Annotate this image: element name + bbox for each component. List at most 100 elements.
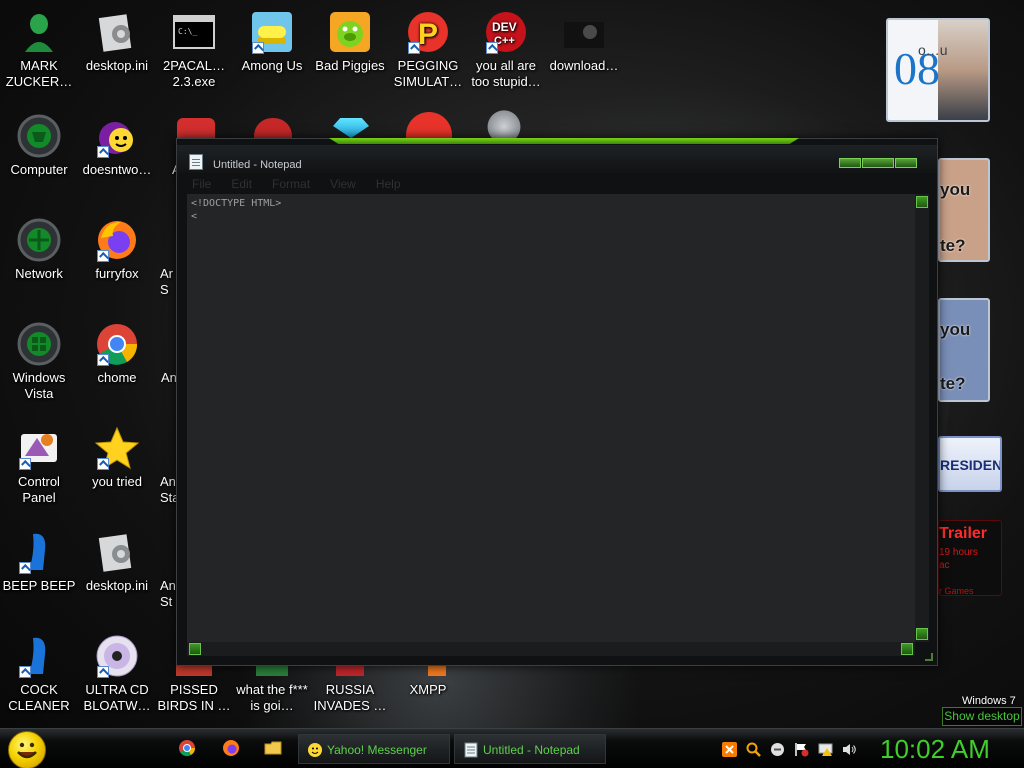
desktop-icon-you-tried[interactable]: you tried [78,426,156,490]
action-center-flag-icon[interactable] [794,742,809,757]
messenger-status-icon[interactable] [770,742,785,757]
smiley-icon [17,742,37,759]
desktop-icon-beep-beep[interactable]: BEEP BEEP [0,530,78,594]
taskbar-item-notepad[interactable]: Untitled - Notepad [454,734,606,764]
desktop-icon-computer[interactable]: Computer [0,114,78,178]
start-button[interactable] [8,731,46,768]
shortcut-arrow-icon [97,458,109,470]
window-titlebar[interactable]: Untitled - Notepad [177,145,937,173]
firefox-icon[interactable] [222,739,240,757]
control-panel-icon [17,426,61,470]
desktop-icon-among-us[interactable]: Among Us [233,10,311,74]
xampp-icon[interactable] [722,742,737,757]
photo-gadget-1[interactable]: you te? [938,158,990,262]
desktop-icon-label: RUSSIA INVADES … [313,682,387,713]
search-icon[interactable] [746,742,761,757]
clock-gadget[interactable]: 08 o…u [886,18,990,122]
partial-label: An Sta [160,474,180,505]
desktop-icon-label: PEGGING SIMULAT… [393,58,463,89]
gadget-overlay-text: o…u [918,42,948,58]
folder-icon[interactable] [264,739,282,757]
gadget-title: Trailer [939,525,988,542]
desktop-icon-doesntwo[interactable]: doesntwo… [78,114,156,178]
desktop-icon-label: doesntwo… [82,162,152,177]
menu-file[interactable]: File [189,177,214,191]
desktop-icon-label: Computer [10,162,68,177]
photo-gadget-2[interactable]: you te? [938,298,990,402]
image-thumb-icon [562,10,606,54]
gadget-text: 19 hours [939,547,978,558]
gadget-text: r Games [939,586,974,596]
desktop-icon-download[interactable]: download… [545,10,623,74]
star-icon [95,426,139,470]
menu-edit[interactable]: Edit [228,177,255,191]
scroll-right-button[interactable] [901,643,913,655]
shortcut-arrow-icon [19,666,31,678]
desktop-icon-cock-cleaner[interactable]: COCK CLEANER [0,634,78,714]
notepad-window[interactable]: Untitled - Notepad File Edit Format View… [176,138,938,666]
desktop-icon-furryfox[interactable]: furryfox [78,218,156,282]
desktop-icon-windows-vista[interactable]: Windows Vista [0,322,78,402]
p-logo-icon: P [406,10,450,54]
resize-grip[interactable] [925,653,933,661]
desktop-icon-you-all-are[interactable]: DEV C++ you all are too stupid… [467,10,545,90]
svg-text:DEV: DEV [492,20,517,34]
taskbar-item-yahoo-messenger[interactable]: Yahoo! Messenger [298,734,450,764]
svg-text:C:\_: C:\_ [178,27,197,36]
close-button[interactable] [895,158,917,168]
desktop-icon-chome[interactable]: chome [78,322,156,386]
shortcut-arrow-icon [408,42,420,54]
desktop-icon-2pacal[interactable]: C:\_ 2PACAL… 2.3.exe [155,10,233,90]
shortcut-arrow-icon [252,42,264,54]
trailer-gadget[interactable]: Trailer 19 hours ac r Games [938,520,1002,596]
desktop-icon-label: what the f*** is goi… [236,682,308,713]
desktop-icon-network[interactable]: Network [0,218,78,282]
menu-help[interactable]: Help [373,177,404,191]
among-us-icon [250,10,294,54]
svg-text:P: P [418,18,438,51]
vertical-scrollbar[interactable] [915,194,929,642]
green-alien-icon [17,10,61,54]
maximize-button[interactable] [862,158,894,168]
desktop-icon-mark-zucker[interactable]: MARK ZUCKER… [0,10,78,90]
windows-brand-text: Windows 7 [962,695,1016,707]
desktop-icon-control-panel[interactable]: Control Panel [0,426,78,506]
vista-icon [17,322,61,366]
minimize-button[interactable] [839,158,861,168]
volume-icon[interactable] [842,742,857,757]
chrome-icon[interactable] [178,739,196,757]
gadget-text: you [940,180,971,199]
desktop-icon-desktop-ini-2[interactable]: desktop.ini [78,530,156,594]
scroll-down-button[interactable] [916,628,928,640]
menu-view[interactable]: View [327,177,359,191]
desktop-icon-ultra-cd[interactable]: ULTRA CD BLOATW… [78,634,156,714]
angry-bird-icon [177,118,215,138]
shortcut-arrow-icon [97,354,109,366]
menu-format[interactable]: Format [269,177,313,191]
desktop-icon-label: chome [97,370,137,385]
desktop-icon-label: 2PACAL… 2.3.exe [163,58,225,89]
desktop-icon-label: desktop.ini [85,578,149,593]
show-desktop-button[interactable]: Show desktop [942,707,1022,726]
taskbar: Yahoo! Messenger Untitled - Notepad 10:0… [0,728,1024,768]
taskbar-clock[interactable]: 10:02 AM [880,734,990,765]
desktop-icon-desktop-ini[interactable]: desktop.ini [78,10,156,74]
shortcut-arrow-icon [97,666,109,678]
angry-bird-icon [254,118,292,138]
network-status-icon[interactable] [818,742,833,757]
console-icon: C:\_ [172,10,216,54]
desktop-icon-label: Windows Vista [12,370,66,401]
text-editor[interactable]: <!DOCTYPE HTML> < [187,194,915,642]
settings-file-icon [95,10,139,54]
gadget-text: you [940,320,971,339]
president-gadget[interactable]: RESIDENT [938,436,1002,492]
p-logo-icon [406,112,452,138]
desktop-icon-bad-piggies[interactable]: Bad Piggies [311,10,389,74]
desktop-icon-label: ULTRA CD BLOATW… [83,682,151,713]
yahoo-smiley-icon [308,743,322,757]
scroll-up-button[interactable] [916,196,928,208]
scroll-left-button[interactable] [189,643,201,655]
horizontal-scrollbar[interactable] [187,642,915,656]
desktop-icon-pegging-simulat[interactable]: P PEGGING SIMULAT… [389,10,467,90]
desktop-icon-label: MARK ZUCKER… [5,58,73,89]
